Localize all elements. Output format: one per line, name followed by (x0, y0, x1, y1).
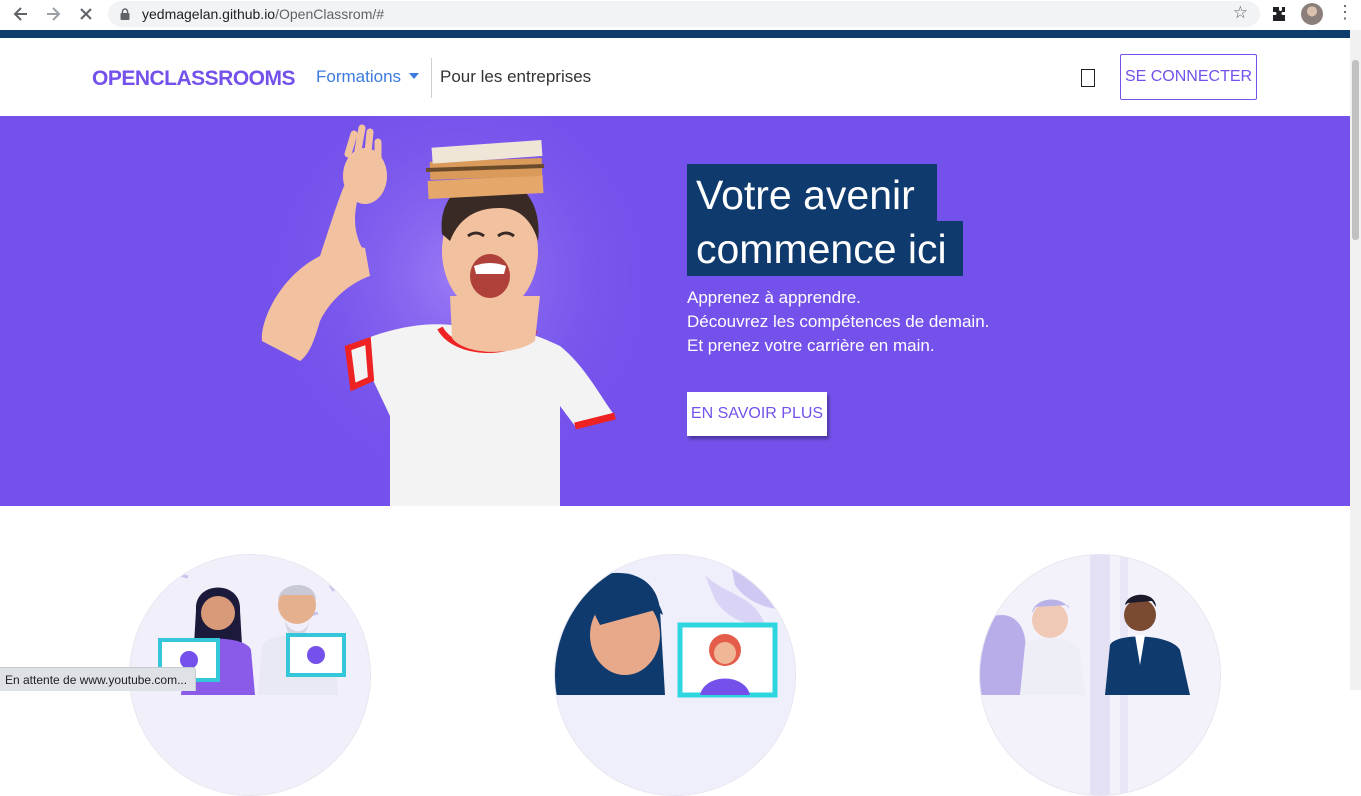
hero-title-line1: Votre avenir (687, 164, 937, 221)
extensions-icon[interactable] (1269, 4, 1289, 24)
page-top-bar (0, 30, 1350, 38)
hero-title-line2: commence ici (687, 221, 963, 276)
login-button[interactable]: SE CONNECTER (1120, 54, 1257, 100)
hero-title: Votre avenir commence ici (687, 164, 963, 276)
scrollbar-thumb[interactable] (1352, 60, 1359, 240)
profile-avatar[interactable] (1301, 3, 1323, 25)
logo[interactable]: OPENCLASSROOMS (92, 67, 296, 91)
nav-divider (431, 58, 432, 98)
url-text: yedmagelan.github.io/OpenClassrom/# (142, 6, 385, 22)
caret-down-icon (409, 72, 420, 79)
hero-photo (261, 116, 640, 506)
hero-subtitle-line: Et prenez votre carrière en main. (687, 336, 935, 355)
star-icon[interactable]: ☆ (1233, 3, 1248, 23)
hero-subtitle-line: Apprenez à apprendre. (687, 288, 861, 307)
illustration-meeting (979, 554, 1221, 796)
menu-icon[interactable]: ⋮ (1336, 2, 1354, 23)
stop-icon[interactable] (75, 3, 97, 25)
illustration-video-call (554, 554, 796, 796)
browser-toolbar: yedmagelan.github.io/OpenClassrom/# ☆ ⋮ (0, 0, 1361, 30)
lock-icon (120, 8, 130, 20)
missing-glyph-icon[interactable] (1081, 69, 1095, 87)
hero-section: Votre avenir commence ici Apprenez à app… (0, 116, 1350, 506)
site-header: OPENCLASSROOMS Formations Pour les entre… (0, 38, 1350, 116)
learn-more-button[interactable]: EN SAVOIR PLUS (687, 392, 827, 436)
hero-subtitle: Apprenez à apprendre. Découvrez les comp… (687, 286, 989, 358)
nav-formations[interactable]: Formations (316, 67, 420, 87)
nav-formations-label: Formations (316, 67, 402, 86)
forward-icon[interactable] (42, 3, 64, 25)
back-icon[interactable] (10, 3, 32, 25)
scrollbar[interactable] (1350, 30, 1361, 690)
status-bubble: En attente de www.youtube.com... (0, 667, 197, 691)
nav-entreprises[interactable]: Pour les entreprises (440, 67, 591, 87)
hero-subtitle-line: Découvrez les compétences de demain. (687, 312, 990, 331)
address-bar[interactable]: yedmagelan.github.io/OpenClassrom/# ☆ (108, 1, 1260, 27)
